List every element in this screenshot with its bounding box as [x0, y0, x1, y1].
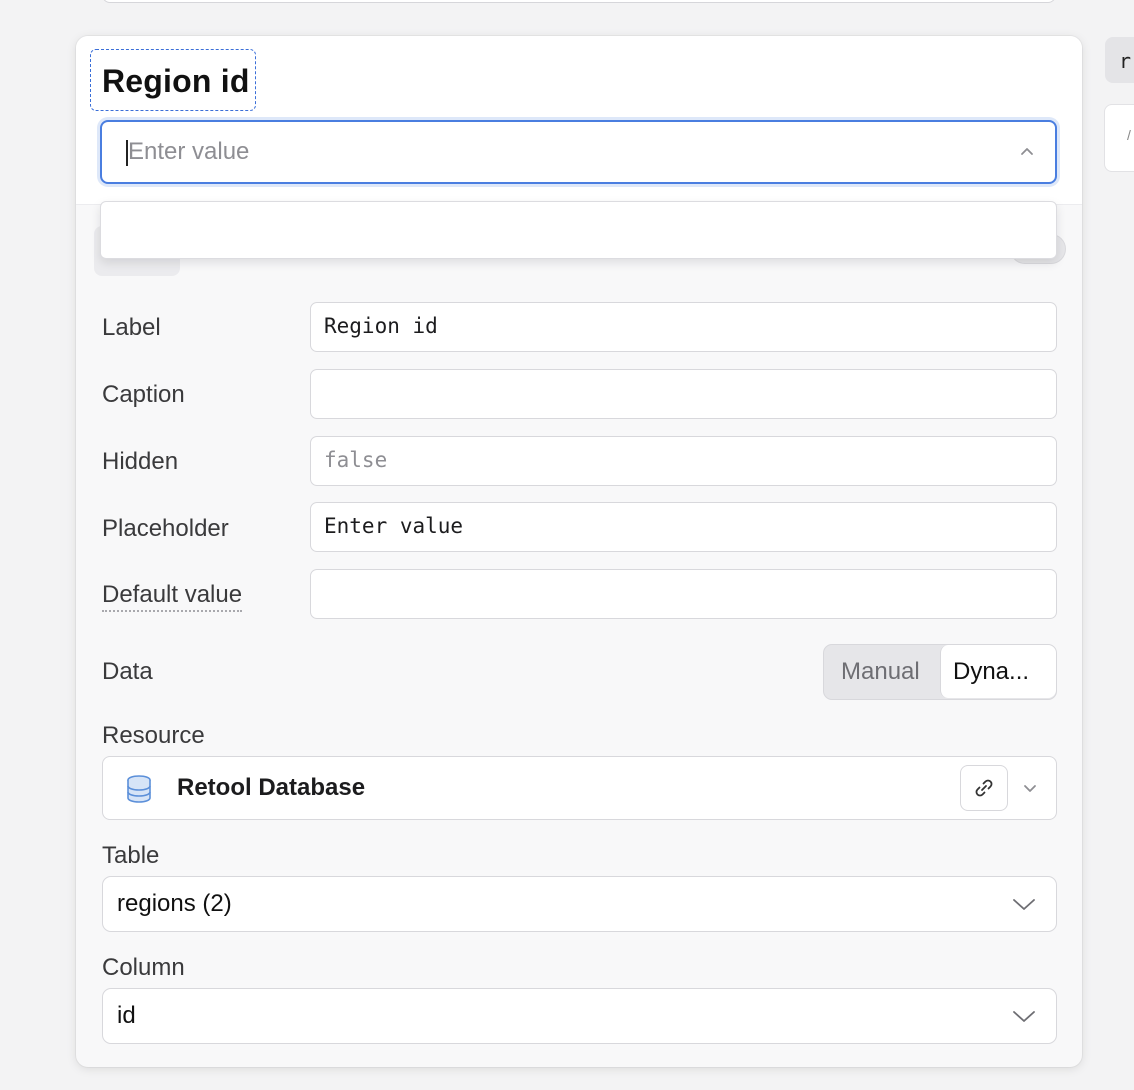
hidden-field[interactable]: false: [310, 436, 1057, 486]
resource-selector[interactable]: Retool Database: [102, 756, 1057, 820]
default-value-row-label: Default value: [102, 581, 243, 612]
column-select-value: id: [117, 1002, 136, 1029]
component-title: Region id: [102, 63, 250, 99]
resource-link-button[interactable]: [960, 765, 1008, 811]
label-row-label: Label: [102, 314, 161, 341]
table-label: Table: [102, 842, 160, 869]
caption-row-label: Caption: [102, 381, 185, 408]
resource-name: Retool Database: [177, 774, 366, 801]
previous-field-remnant: [102, 0, 1056, 3]
side-card-mark: /: [1127, 127, 1131, 143]
database-icon: [127, 775, 151, 803]
column-select[interactable]: id: [102, 988, 1057, 1044]
default-value-field[interactable]: [310, 569, 1057, 619]
side-code-pill[interactable]: r: [1105, 37, 1134, 83]
side-pill-text: r: [1119, 49, 1132, 73]
chevron-down-icon[interactable]: [1021, 779, 1039, 797]
column-label: Column: [102, 954, 185, 981]
chevron-down-icon: [1013, 899, 1035, 910]
preview-placeholder: Enter value: [128, 138, 250, 165]
data-mode-dynamic[interactable]: Dyna...: [940, 645, 1056, 698]
placeholder-row-label: Placeholder: [102, 515, 229, 542]
component-preview: Region id Enter value: [76, 36, 1082, 205]
link-icon: [975, 779, 993, 797]
label-field[interactable]: Region id: [310, 302, 1057, 352]
preview-dropdown-menu[interactable]: [100, 201, 1057, 259]
preview-select-input[interactable]: Enter value: [100, 120, 1057, 184]
placeholder-field[interactable]: Enter value: [310, 502, 1057, 552]
chevron-down-icon: [1013, 1011, 1035, 1022]
data-mode-manual[interactable]: Manual: [824, 645, 940, 698]
data-row-label: Data: [102, 658, 153, 685]
table-select[interactable]: regions (2): [102, 876, 1057, 932]
chevron-up-icon[interactable]: [1017, 142, 1037, 162]
hidden-row-label: Hidden: [102, 448, 179, 475]
caption-field[interactable]: [310, 369, 1057, 419]
table-select-value: regions (2): [117, 890, 232, 917]
inspector-panel: Region id Enter value Label Region id Ca…: [76, 36, 1082, 1067]
data-mode-toggle: Manual Dyna...: [823, 644, 1057, 700]
side-card: /: [1104, 104, 1134, 172]
resource-label: Resource: [102, 722, 205, 749]
title-edit-box[interactable]: Region id: [90, 49, 256, 111]
